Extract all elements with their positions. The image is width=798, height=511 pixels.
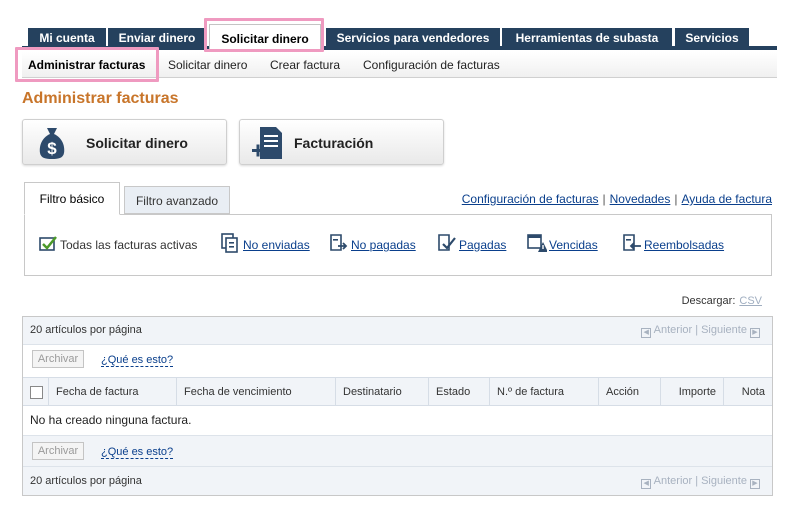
- prev-link[interactable]: Anterior: [654, 324, 693, 336]
- filter-overdue[interactable]: Vencidas: [527, 232, 609, 254]
- pager-top: ◀ Anterior | Siguiente ▶: [641, 324, 760, 338]
- filter-paid[interactable]: Pagadas: [437, 232, 517, 254]
- empty-message: No ha creado ninguna factura.: [30, 413, 192, 427]
- sub-item-create-invoice[interactable]: Crear factura: [270, 58, 340, 72]
- billing-button[interactable]: Facturación: [239, 119, 444, 165]
- prev-link-bottom[interactable]: Anterior: [654, 475, 693, 487]
- filter-unpaid-label[interactable]: No pagadas: [351, 234, 416, 256]
- col-amount[interactable]: Importe: [660, 378, 723, 406]
- archive-button[interactable]: Archivar: [32, 350, 84, 368]
- select-all-checkbox[interactable]: [30, 386, 43, 399]
- table-header: Fecha de factura Fecha de vencimiento De…: [23, 377, 772, 406]
- next-link-bottom[interactable]: Siguiente: [701, 475, 747, 487]
- col-invoice-number[interactable]: N.º de factura: [489, 378, 598, 406]
- download-row: Descargar: CSV: [682, 295, 762, 307]
- filter-refunded[interactable]: Reembolsadas: [622, 232, 737, 254]
- svg-text:$: $: [47, 139, 57, 158]
- tab-my-account[interactable]: Mi cuenta: [28, 28, 106, 46]
- tab-seller-services[interactable]: Servicios para vendedores: [326, 28, 500, 46]
- select-all-cell: [23, 378, 48, 406]
- sub-item-request-money[interactable]: Solicitar dinero: [168, 58, 247, 72]
- check-document-icon: [39, 236, 57, 251]
- invoice-help-link[interactable]: Ayuda de factura: [681, 192, 772, 206]
- next-arrow-icon[interactable]: ▶: [750, 328, 760, 338]
- unsent-document-icon: [221, 233, 238, 253]
- filter-refunded-label[interactable]: Reembolsadas: [644, 234, 724, 256]
- overdue-calendar-icon: [527, 234, 547, 252]
- refunded-document-icon: [623, 234, 641, 251]
- request-money-label: Solicitar dinero: [86, 135, 188, 151]
- what-is-this-link[interactable]: ¿Qué es esto?: [101, 354, 174, 367]
- request-money-button[interactable]: $ Solicitar dinero: [22, 119, 227, 165]
- filter-overdue-label[interactable]: Vencidas: [549, 234, 598, 256]
- help-links: Configuración de facturas | Novedades | Ayud…: [462, 192, 772, 206]
- next-link[interactable]: Siguiente: [701, 324, 747, 336]
- unpaid-document-icon: [330, 234, 348, 251]
- invoice-icon: [252, 127, 282, 159]
- csv-download-link[interactable]: CSV: [739, 295, 762, 307]
- invoice-settings-link[interactable]: Configuración de facturas: [462, 192, 599, 206]
- col-invoice-date[interactable]: Fecha de factura: [48, 378, 176, 406]
- table-bottom-actions: Archivar ¿Qué es esto?: [23, 435, 772, 467]
- table-bottom-bar: 20 artículos por página ◀ Anterior | Sigui…: [23, 467, 772, 495]
- col-due-date[interactable]: Fecha de vencimiento: [176, 378, 335, 406]
- filter-all-active[interactable]: Todas las facturas activas: [38, 232, 213, 254]
- highlight-frame-tab: [204, 18, 324, 52]
- col-status[interactable]: Estado: [428, 378, 489, 406]
- archive-button-bottom[interactable]: Archivar: [32, 442, 84, 460]
- download-label: Descargar:: [681, 295, 736, 307]
- what-is-this-link-bottom[interactable]: ¿Qué es esto?: [101, 446, 174, 459]
- filter-unsent-label[interactable]: No enviadas: [243, 234, 310, 256]
- paid-document-icon: [438, 234, 456, 251]
- pager-bottom: ◀ Anterior | Siguiente ▶: [641, 475, 760, 489]
- col-note: Nota: [723, 378, 772, 406]
- col-recipient[interactable]: Destinatario: [335, 378, 428, 406]
- separator: |: [695, 324, 699, 336]
- col-action: Acción: [598, 378, 660, 406]
- separator: |: [695, 475, 699, 487]
- sub-item-invoice-settings[interactable]: Configuración de facturas: [363, 58, 500, 72]
- per-page-label: 20 artículos por página: [30, 324, 142, 336]
- highlight-frame-subnav: [15, 47, 159, 82]
- news-link[interactable]: Novedades: [610, 192, 671, 206]
- table-top-bar: 20 artículos por página ◀ Anterior | Sigui…: [23, 317, 772, 345]
- page-title: Administrar facturas: [22, 90, 179, 107]
- next-arrow-icon[interactable]: ▶: [750, 479, 760, 489]
- separator: |: [674, 192, 678, 206]
- invoice-table: 20 artículos por página ◀ Anterior | Sigui…: [22, 316, 773, 496]
- filter-unpaid[interactable]: No pagadas: [329, 232, 427, 254]
- tab-services[interactable]: Servicios: [675, 28, 749, 46]
- tab-send-money[interactable]: Enviar dinero: [108, 28, 206, 46]
- tab-auction-tools[interactable]: Herramientas de subasta: [502, 28, 672, 46]
- tab-basic-filter[interactable]: Filtro básico: [24, 182, 120, 215]
- filter-paid-label[interactable]: Pagadas: [459, 234, 506, 256]
- billing-label: Facturación: [294, 135, 374, 151]
- separator: |: [602, 192, 606, 206]
- per-page-label-bottom: 20 artículos por página: [30, 475, 142, 487]
- tab-advanced-filter[interactable]: Filtro avanzado: [124, 186, 230, 214]
- filter-unsent[interactable]: No enviadas: [221, 232, 321, 254]
- filter-all-active-label: Todas las facturas activas: [60, 238, 198, 252]
- prev-arrow-icon[interactable]: ◀: [641, 479, 652, 489]
- money-bag-icon: $: [39, 128, 65, 159]
- prev-arrow-icon[interactable]: ◀: [641, 328, 652, 338]
